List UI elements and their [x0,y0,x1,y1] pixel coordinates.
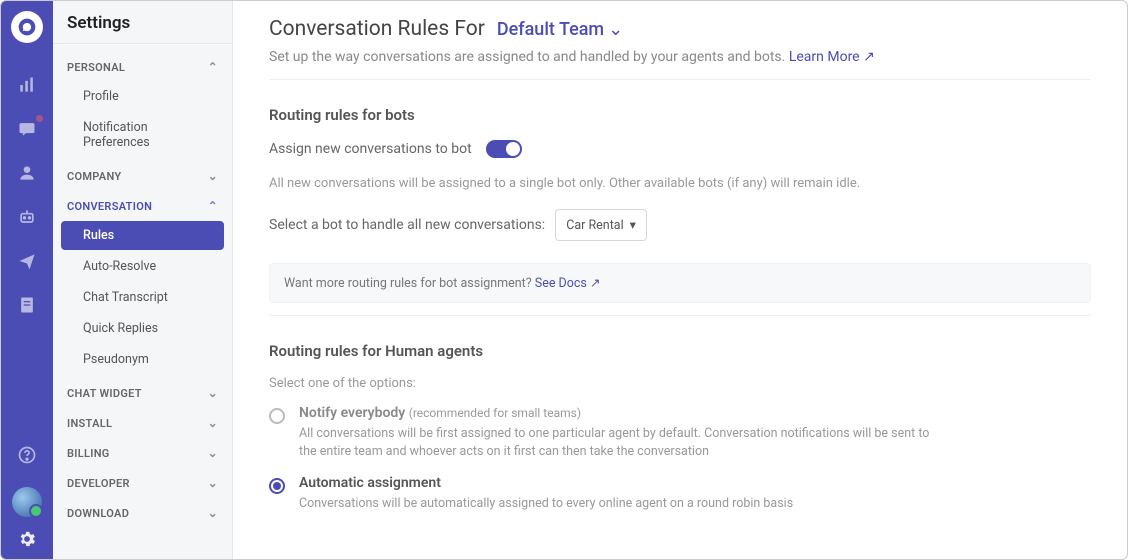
section-personal[interactable]: PERSONAL ⌃ [53,50,232,80]
settings-rail-icon[interactable] [15,527,39,551]
conversations-rail-icon[interactable] [15,117,39,141]
subtitle-text: Set up the way conversations are assigne… [269,49,785,65]
help-icon[interactable] [15,443,39,467]
section-install[interactable]: INSTALL ⌄ [53,406,232,436]
nav-profile[interactable]: Profile [61,82,224,111]
external-link-icon: ↗ [590,276,600,291]
docs-strip: Want more routing rules for bot assignme… [269,263,1091,303]
page-subtitle: Set up the way conversations are assigne… [269,49,1091,80]
bot-rail-icon[interactable] [15,205,39,229]
divider [269,315,1091,316]
campaigns-rail-icon[interactable] [15,249,39,273]
radio-automatic-assignment[interactable] [269,478,285,494]
chevron-down-icon: ⌄ [208,169,218,183]
analytics-icon[interactable] [15,73,39,97]
nav-auto-resolve[interactable]: Auto-Resolve [61,252,224,281]
icon-rail [1,1,53,559]
settings-sidebar: Settings PERSONAL ⌃ Profile Notification… [53,1,233,559]
section-billing[interactable]: BILLING ⌄ [53,436,232,466]
section-conversation[interactable]: CONVERSATION ⌃ [53,189,232,219]
main-content: Conversation Rules For Default Team ⌄ Se… [233,1,1127,559]
see-docs-link[interactable]: See Docs ↗ [535,276,601,291]
user-avatar[interactable] [12,487,42,517]
chevron-down-icon: ⌄ [208,416,218,430]
chevron-down-icon: ⌄ [208,446,218,460]
bots-section-title: Routing rules for bots [269,106,1091,124]
team-name: Default Team [497,19,604,40]
chevron-down-icon: ⌄ [608,19,623,40]
bot-select[interactable]: Car Rental ▾ [555,209,647,241]
bot-select-label: Select a bot to handle all new conversat… [269,217,545,233]
section-label: CHAT WIDGET [67,387,142,400]
chevron-down-icon: ⌄ [208,386,218,400]
learn-more-link[interactable]: Learn More ↗ [789,49,875,65]
chevron-up-icon: ⌃ [208,199,218,213]
users-rail-icon[interactable] [15,161,39,185]
toggle-knob [506,142,520,156]
option-title: Automatic assignment [299,475,441,491]
option-desc: Conversations will be automatically assi… [299,495,793,513]
section-label: BILLING [67,447,110,460]
option-title: Notify everybody [299,405,405,421]
section-label: DOWNLOAD [67,507,129,520]
see-docs-text: See Docs [535,276,587,291]
section-label: DEVELOPER [67,477,130,490]
bot-select-value: Car Rental [566,218,623,233]
option-subtitle: (recommended for small teams) [409,406,581,420]
section-label: PERSONAL [67,61,125,74]
team-selector[interactable]: Default Team ⌄ [497,19,623,40]
nav-pseudonym[interactable]: Pseudonym [61,345,224,374]
chevron-down-icon: ⌄ [208,506,218,520]
app-logo[interactable] [11,11,43,43]
reports-rail-icon[interactable] [15,293,39,317]
settings-title: Settings [53,1,232,44]
assign-bot-toggle-label: Assign new conversations to bot [269,141,472,157]
section-chat-widget[interactable]: CHAT WIDGET ⌄ [53,376,232,406]
radio-notify-everybody[interactable] [269,408,285,424]
assign-bot-toggle[interactable] [486,140,522,158]
nav-rules[interactable]: Rules [61,221,224,250]
nav-scroll: PERSONAL ⌃ Profile Notification Preferen… [53,44,232,559]
section-label: INSTALL [67,417,112,430]
notification-badge [36,115,43,122]
section-download[interactable]: DOWNLOAD ⌄ [53,496,232,526]
caret-down-icon: ▾ [630,217,636,233]
section-label: COMPANY [67,170,121,183]
page-title-text: Conversation Rules For [269,17,485,41]
nav-chat-transcript[interactable]: Chat Transcript [61,283,224,312]
external-link-icon: ↗ [863,49,875,65]
option-title-notify: Notify everybody (recommended for small … [299,405,939,421]
section-company[interactable]: COMPANY ⌄ [53,159,232,189]
docs-strip-text: Want more routing rules for bot assignme… [284,276,532,291]
section-label: CONVERSATION [67,200,152,213]
learn-more-text: Learn More [789,49,860,65]
nav-notification-preferences[interactable]: Notification Preferences [61,113,224,157]
humans-section-title: Routing rules for Human agents [269,342,1091,360]
section-developer[interactable]: DEVELOPER ⌄ [53,466,232,496]
chevron-down-icon: ⌄ [208,476,218,490]
humans-prompt: Select one of the options: [269,376,1091,391]
option-desc: All conversations will be first assigned… [299,425,939,461]
nav-quick-replies[interactable]: Quick Replies [61,314,224,343]
page-title: Conversation Rules For Default Team ⌄ [269,17,1091,41]
option-title-automatic: Automatic assignment [299,475,793,491]
bot-hint: All new conversations will be assigned t… [269,176,1091,191]
chevron-up-icon: ⌃ [208,60,218,74]
